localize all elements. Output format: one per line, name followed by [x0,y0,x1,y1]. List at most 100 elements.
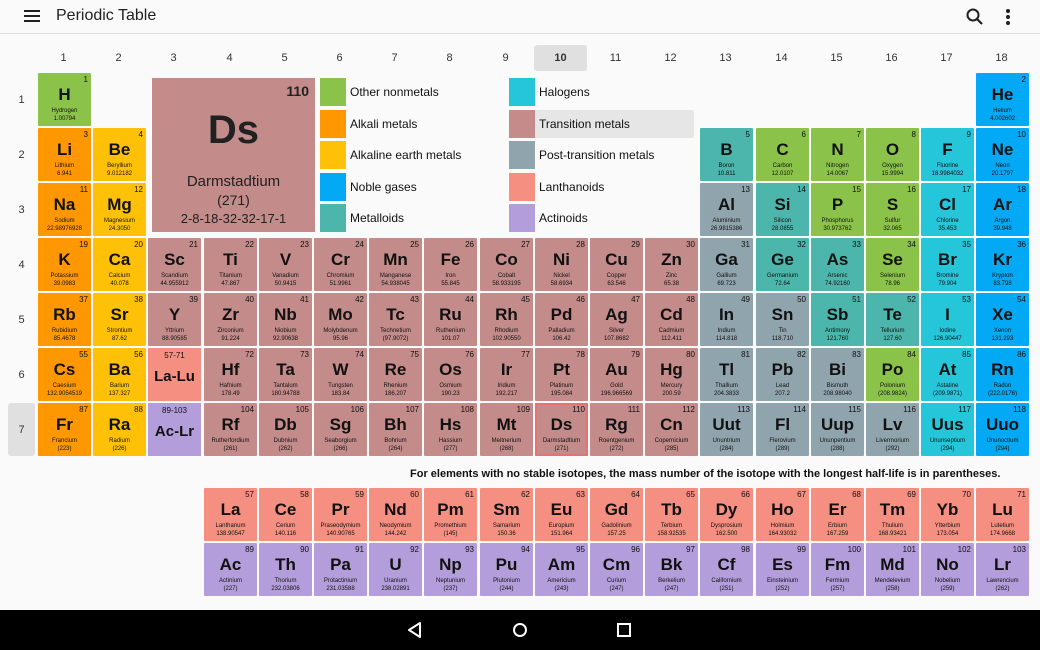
element-uranium[interactable]: 92 U Uranium 238.02891 [369,543,422,596]
element-dysprosium[interactable]: 66 Dy Dysprosium 162.500 [700,488,753,541]
element-indium[interactable]: 49 In Indium 114.818 [700,293,753,346]
element-cerium[interactable]: 58 Ce Cerium 140.116 [259,488,312,541]
legend-item-metalloids[interactable]: Metalloids [320,204,505,233]
group-header-16[interactable]: 16 [865,45,918,71]
element-thulium[interactable]: 69 Tm Thulium 168.93421 [866,488,919,541]
group-header-18[interactable]: 18 [975,45,1028,71]
element-tin[interactable]: 50 Sn Tin 118.710 [756,293,809,346]
group-header-6[interactable]: 6 [313,45,366,71]
element-protactinium[interactable]: 91 Pa Protactinium 231.03588 [314,543,367,596]
element-ununtrium[interactable]: 113 Uut Ununtrium (284) [700,403,753,456]
element-actinium[interactable]: 89 Ac Actinium (227) [204,543,257,596]
element-californium[interactable]: 98 Cf Californium (251) [700,543,753,596]
element-iron[interactable]: 26 Fe Iron 55.845 [424,238,477,291]
element-copper[interactable]: 29 Cu Copper 63.546 [590,238,643,291]
element-platinum[interactable]: 78 Pt Platinum 195.084 [535,348,588,401]
element-flerovium[interactable]: 114 Fl Flerovium (289) [756,403,809,456]
element-germanium[interactable]: 32 Ge Germanium 72.64 [756,238,809,291]
group-header-14[interactable]: 14 [755,45,808,71]
element-meitnerium[interactable]: 109 Mt Meitnerium (268) [480,403,533,456]
element-gallium[interactable]: 31 Ga Gallium 69.723 [700,238,753,291]
element-sulfur[interactable]: 16 S Sulfur 32.065 [866,183,919,236]
element-oxygen[interactable]: 8 O Oxygen 15.9994 [866,128,919,181]
hamburger-menu-icon[interactable] [24,10,40,22]
element-plutonium[interactable]: 94 Pu Plutonium (244) [480,543,533,596]
element-ununseptium[interactable]: 117 Uus Ununseptium (294) [921,403,974,456]
legend-item-post-transition-metals[interactable]: Post-transition metals [509,141,694,170]
element-chlorine[interactable]: 17 Cl Chlorine 35.453 [921,183,974,236]
element-hassium[interactable]: 108 Hs Hassium (277) [424,403,477,456]
element-gadolinium[interactable]: 64 Gd Gadolinium 157.25 [590,488,643,541]
element-boron[interactable]: 5 B Boron 10.811 [700,128,753,181]
element-nickel[interactable]: 28 Ni Nickel 58.6934 [535,238,588,291]
element-curium[interactable]: 96 Cm Curium (247) [590,543,643,596]
element-mendelevium[interactable]: 101 Md Mendelevium (258) [866,543,919,596]
group-header-4[interactable]: 4 [203,45,256,71]
element-bohrium[interactable]: 107 Bh Bohrium (264) [369,403,422,456]
element-rutherfordium[interactable]: 104 Rf Rutherfordium (261) [204,403,257,456]
element-hafnium[interactable]: 72 Hf Hafnium 178.49 [204,348,257,401]
group-header-2[interactable]: 2 [92,45,145,71]
element-ununpentium[interactable]: 115 Uup Ununpentium (288) [811,403,864,456]
element-manganese[interactable]: 25 Mn Manganese 54.938045 [369,238,422,291]
element-einsteinium[interactable]: 99 Es Einsteinium (252) [756,543,809,596]
element-silicon[interactable]: 14 Si Silicon 28.0855 [756,183,809,236]
element-gold[interactable]: 79 Au Gold 196.966569 [590,348,643,401]
group-header-11[interactable]: 11 [589,45,642,71]
search-icon[interactable] [965,7,985,27]
element-rhodium[interactable]: 45 Rh Rhodium 102.90550 [480,293,533,346]
group-header-3[interactable]: 3 [147,45,200,71]
group-header-10[interactable]: 10 [534,45,587,71]
period-header-2[interactable]: 2 [8,128,35,181]
element-dubnium[interactable]: 105 Db Dubnium (262) [259,403,312,456]
period-header-6[interactable]: 6 [8,348,35,401]
group-header-9[interactable]: 9 [479,45,532,71]
element-aluminium[interactable]: 13 Al Aluminium 26.9815386 [700,183,753,236]
element-radon[interactable]: 86 Rn Radon (222.0176) [976,348,1029,401]
element-berkelium[interactable]: 97 Bk Berkelium (247) [645,543,698,596]
element-phosphorus[interactable]: 15 P Phosphorus 30.973762 [811,183,864,236]
placeholder-la-lu[interactable]: 57-71 La-Lu [148,348,201,401]
element-palladium[interactable]: 46 Pd Palladium 106.42 [535,293,588,346]
group-header-7[interactable]: 7 [368,45,421,71]
element-chromium[interactable]: 24 Cr Chromium 51.9961 [314,238,367,291]
element-scandium[interactable]: 21 Sc Scandium 44.955912 [148,238,201,291]
legend-item-alkali-metals[interactable]: Alkali metals [320,109,505,138]
element-carbon[interactable]: 6 C Carbon 12.0107 [756,128,809,181]
element-lanthanum[interactable]: 57 La Lanthanum 138.90547 [204,488,257,541]
element-iridium[interactable]: 77 Ir Iridium 192.217 [480,348,533,401]
element-krypton[interactable]: 36 Kr Krypton 83.798 [976,238,1029,291]
element-calcium[interactable]: 20 Ca Calcium 40.078 [93,238,146,291]
element-strontium[interactable]: 38 Sr Strontium 87.62 [93,293,146,346]
element-hydrogen[interactable]: 1 H Hydrogen 1.00794 [38,73,91,126]
element-praseodymium[interactable]: 59 Pr Praseodymium 140.90765 [314,488,367,541]
element-seaborgium[interactable]: 106 Sg Seaborgium (266) [314,403,367,456]
element-radium[interactable]: 88 Ra Radium (226) [93,403,146,456]
legend-item-halogens[interactable]: Halogens [509,78,694,106]
placeholder-ac-lr[interactable]: 89-103 Ac-Lr [148,403,201,456]
element-rubidium[interactable]: 37 Rb Rubidium 85.4678 [38,293,91,346]
group-header-12[interactable]: 12 [644,45,697,71]
element-caesium[interactable]: 55 Cs Caesium 132.9054519 [38,348,91,401]
element-tantalum[interactable]: 73 Ta Tantalum 180.94788 [259,348,312,401]
element-holmium[interactable]: 67 Ho Holmium 164.93032 [756,488,809,541]
back-icon[interactable] [405,620,425,640]
element-thorium[interactable]: 90 Th Thorium 232.03806 [259,543,312,596]
group-header-17[interactable]: 17 [920,45,973,71]
element-lithium[interactable]: 3 Li Lithium 6.941 [38,128,91,181]
element-osmium[interactable]: 76 Os Osmium 190.23 [424,348,477,401]
legend-item-alkaline-earth-metals[interactable]: Alkaline earth metals [320,141,505,170]
element-cobalt[interactable]: 27 Co Cobalt 58.933195 [480,238,533,291]
element-neon[interactable]: 10 Ne Neon 20.1797 [976,128,1029,181]
legend-item-actinoids[interactable]: Actinoids [509,204,694,233]
selected-element-card[interactable]: 110 Ds Darmstadtium (271) 2-8-18-32-32-1… [152,78,315,232]
element-potassium[interactable]: 19 K Potassium 39.0983 [38,238,91,291]
element-francium[interactable]: 87 Fr Francium (223) [38,403,91,456]
element-bismuth[interactable]: 83 Bi Bismuth 208.98040 [811,348,864,401]
group-header-15[interactable]: 15 [810,45,863,71]
element-xenon[interactable]: 54 Xe Xenon 131.293 [976,293,1029,346]
element-zinc[interactable]: 30 Zn Zinc 65.38 [645,238,698,291]
element-terbium[interactable]: 65 Tb Terbium 158.92535 [645,488,698,541]
element-americium[interactable]: 95 Am Americium (243) [535,543,588,596]
period-header-3[interactable]: 3 [8,183,35,236]
